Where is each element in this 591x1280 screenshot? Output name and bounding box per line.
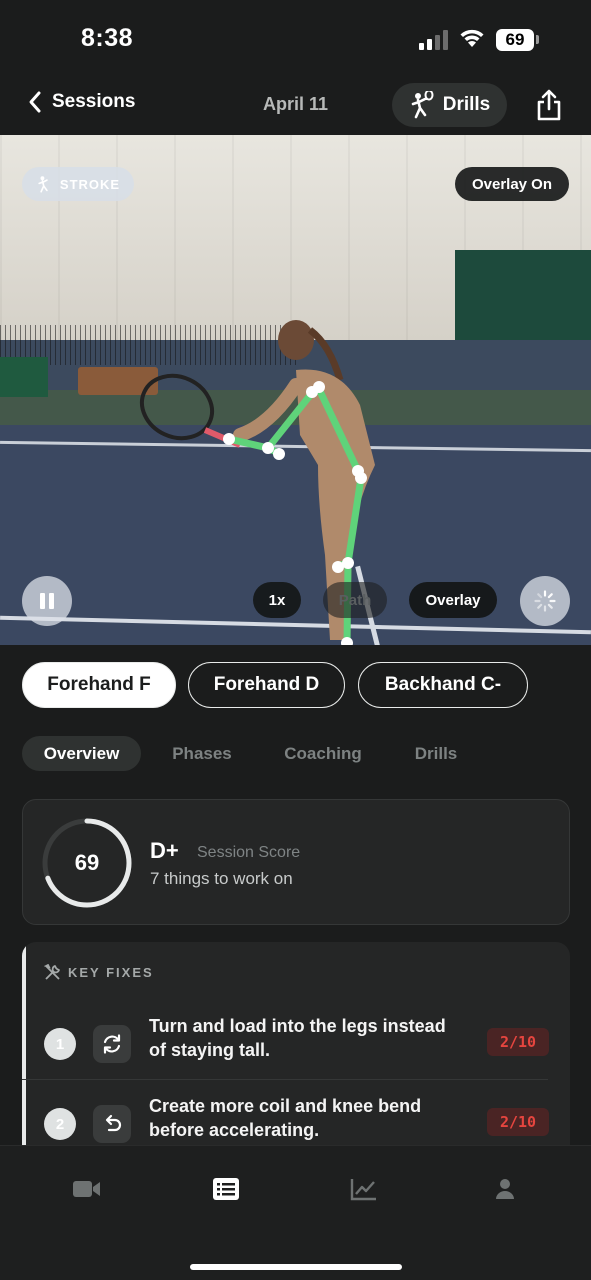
tennis-player-icon [38,176,48,193]
session-score-card: 69 D+ Session Score 7 things to work on [22,799,570,925]
playback-speed-button[interactable]: 1x [253,582,301,618]
wifi-icon [460,29,484,47]
drills-label: Drills [442,94,491,115]
tab-overview[interactable]: Overview [22,736,141,771]
overlay-toggle-button[interactable]: Overlay [409,582,497,618]
pause-button[interactable] [22,576,72,626]
tab-bar-progress[interactable] [344,1174,384,1204]
fix-divider [22,1079,548,1080]
back-button[interactable]: Sessions [26,90,135,114]
stroke-pill-backhand-c[interactable]: Backhand C- [358,662,528,708]
tab-coaching[interactable]: Coaching [268,736,378,771]
fix-score-badge: 2/10 [487,1028,549,1056]
key-fixes-card: KEY FIXES 1 Turn and load into the legs … [22,942,570,1152]
key-fix-row[interactable]: 1 Turn and load into the legs instead of… [22,1014,570,1084]
back-label: Sessions [52,91,136,112]
tab-bar-sessions[interactable] [206,1174,246,1204]
key-fixes-title: KEY FIXES [68,965,154,980]
key-fix-row[interactable]: 2 Create more coil and knee bend before … [22,1094,570,1152]
tab-drills[interactable]: Drills [398,736,474,771]
undo-icon [93,1105,131,1143]
tab-bar-video[interactable] [67,1174,107,1204]
profile-icon [496,1179,514,1199]
status-time: 8:38 [81,24,134,52]
chart-icon [350,1179,376,1201]
battery-indicator: 69 [496,29,534,51]
video-icon [73,1181,100,1197]
fix-score-badge: 2/10 [487,1108,549,1136]
score-value: 69 [74,850,100,875]
stroke-pill-forehand-f[interactable]: Forehand F [22,662,176,708]
nav-bar: Sessions April 11 Drills [0,80,591,134]
battery-cap [536,35,539,44]
fix-text: Turn and load into the legs instead of s… [149,1016,446,1060]
chevron-left-icon [29,91,41,113]
share-icon[interactable] [535,89,563,121]
fix-text: Create more coil and knee bend before ac… [149,1096,422,1140]
tools-icon [44,964,60,980]
key-fixes-header: KEY FIXES [44,964,154,981]
tab-phases[interactable]: Phases [156,736,248,771]
cellular-signal-icon [419,30,448,50]
tab-bar-profile[interactable] [485,1174,525,1204]
session-date-text: April 11 [262,94,329,114]
rotate-icon [93,1025,131,1063]
bottom-tab-bar [0,1145,591,1280]
home-indicator [190,1264,402,1270]
score-grade: D+ [150,838,179,863]
video-player[interactable]: STROKE Overlay On 1x Path Overlay [0,135,591,645]
loading-spinner-icon [534,590,556,612]
status-bar: 8:38 69 [0,0,591,80]
fix-number: 2 [44,1108,76,1140]
stroke-chip[interactable]: STROKE [22,167,134,201]
loading-button[interactable] [520,576,570,626]
tennis-player-icon [411,91,434,119]
overlay-on-badge[interactable]: Overlay On [455,167,569,201]
fix-number: 1 [44,1028,76,1060]
pause-icon [40,593,54,609]
stroke-chip-label: STROKE [59,176,121,192]
session-score-label: Session Score [197,844,301,861]
stroke-pill-forehand-d[interactable]: Forehand D [188,662,345,708]
drills-button[interactable]: Drills [392,83,507,127]
player-pose-overlay [139,320,375,645]
path-toggle-button[interactable]: Path [323,582,387,618]
todo-count: 7 things to work on [150,869,293,888]
list-icon [213,1178,239,1200]
